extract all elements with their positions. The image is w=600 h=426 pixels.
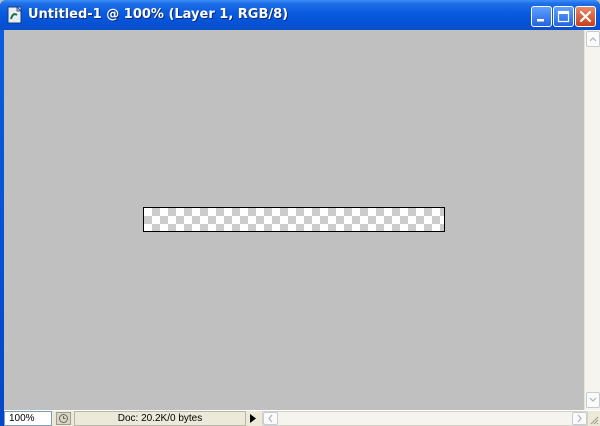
chevron-left-icon bbox=[268, 414, 273, 423]
close-button[interactable] bbox=[575, 6, 596, 27]
vertical-scrollbar[interactable] bbox=[584, 30, 600, 410]
minimize-button[interactable] bbox=[531, 6, 552, 27]
maximize-button[interactable] bbox=[553, 6, 574, 27]
status-info-icon[interactable] bbox=[56, 412, 71, 425]
document-size-info: Doc: 20.2K/0 bytes bbox=[74, 411, 246, 426]
chevron-down-icon bbox=[589, 397, 597, 402]
window-title: Untitled-1 @ 100% (Layer 1, RGB/8) bbox=[28, 7, 289, 22]
document-window: Untitled-1 @ 100% (Layer 1, RGB/8) bbox=[0, 0, 600, 426]
chevron-right-icon bbox=[577, 414, 582, 423]
chevron-up-icon bbox=[589, 37, 597, 42]
scroll-down-button[interactable] bbox=[586, 392, 600, 408]
close-icon bbox=[579, 10, 592, 23]
horizontal-scrollbar[interactable] bbox=[262, 411, 588, 426]
maximize-icon bbox=[557, 10, 570, 23]
canvas-workspace[interactable] bbox=[4, 30, 584, 410]
scroll-left-button[interactable] bbox=[263, 412, 278, 425]
title-bar[interactable]: Untitled-1 @ 100% (Layer 1, RGB/8) bbox=[0, 0, 600, 30]
zoom-field[interactable]: 100% bbox=[4, 411, 52, 426]
status-menu-arrow-icon[interactable] bbox=[248, 413, 258, 424]
photoshop-document-icon bbox=[7, 6, 22, 24]
scroll-right-button[interactable] bbox=[572, 412, 587, 425]
minimize-icon bbox=[537, 19, 544, 22]
scroll-up-button[interactable] bbox=[586, 31, 600, 47]
resize-grip-icon[interactable] bbox=[588, 411, 600, 426]
document-canvas[interactable] bbox=[143, 207, 445, 232]
status-bar: 100% Doc: 20.2K/0 bytes bbox=[4, 410, 600, 426]
